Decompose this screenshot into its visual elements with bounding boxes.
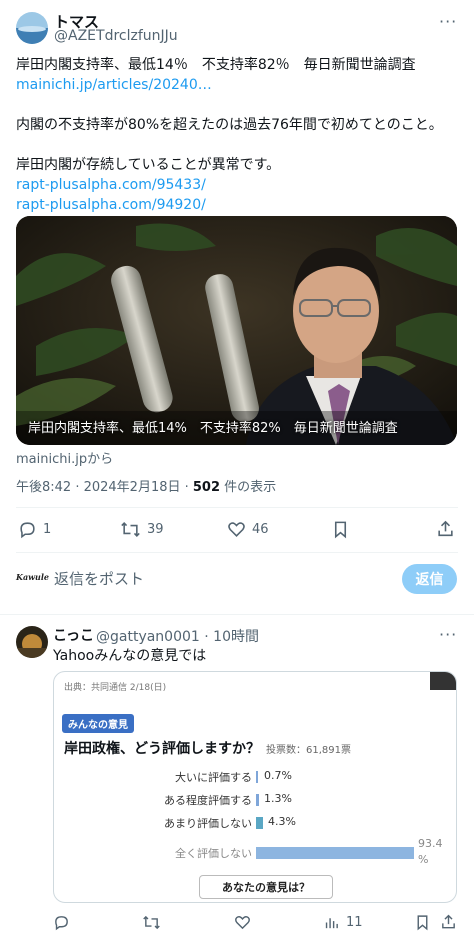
poll-image[interactable]: 出典：共同通信 2/18(日) みんなの意見 岸田政権、どう評価しますか？ 投票数… [53, 671, 457, 903]
your-opinion-button[interactable]: あなたの意見は？ [199, 875, 333, 899]
heart-icon [235, 916, 250, 930]
poll-option-percent: 1.3% [264, 792, 292, 805]
more-horizontal-icon[interactable]: ··· [439, 625, 457, 644]
composer-avatar: Kawule [16, 572, 49, 582]
avatar[interactable] [16, 626, 48, 658]
thread-separator [0, 614, 474, 615]
views-action[interactable]: 11 [323, 914, 363, 931]
view-label: 件の表示 [220, 480, 277, 495]
share-action[interactable] [440, 913, 457, 931]
poll-question: 岸田政権、どう評価しますか？ 投票数：61,891票 [64, 738, 351, 758]
poll-option-bar [256, 771, 258, 783]
avatar[interactable] [16, 12, 48, 44]
poll-option-label: ある程度評価する [164, 794, 252, 807]
poll-option: 全く評価しない 93.4 % [54, 837, 456, 866]
repost-icon [143, 915, 160, 930]
repost-count: 39 [147, 522, 164, 537]
card-source: 出典：共同通信 2/18(日) [64, 683, 167, 693]
poll-option-label: あまり評価しない [164, 817, 252, 830]
poll-option-percent: 93.4 [418, 837, 443, 850]
poll-option-percent: 0.7% [264, 769, 292, 782]
bookmark-action[interactable] [415, 914, 430, 931]
more-horizontal-icon[interactable]: ··· [439, 12, 457, 31]
poll-option-bar [256, 794, 259, 806]
reply-composer: Kawule 返信をポスト 返信 [0, 556, 474, 600]
poll-option-percent: 4.3% [268, 815, 296, 828]
reply-input[interactable]: 返信をポスト [54, 568, 144, 589]
display-name[interactable]: こっこ [53, 625, 94, 645]
reply-action[interactable]: 1 [18, 520, 51, 539]
heart-icon [228, 522, 245, 537]
poll-option-label: 大いに評価する [175, 771, 252, 784]
news-photo [16, 216, 457, 445]
post-link-rapt-1[interactable]: rapt-plusalpha.com/95433/ [16, 175, 206, 195]
repost-icon [121, 522, 140, 537]
link-card-image[interactable]: 岸田内閣支持率、最低14% 不支持率82% 毎日新聞世論調査 [16, 216, 457, 445]
card-thumbnail [430, 672, 456, 690]
repost-action[interactable] [142, 914, 161, 931]
card-badge: みんなの意見 [62, 714, 134, 733]
bookmark-icon [334, 521, 347, 539]
view-count: 502 [192, 480, 221, 495]
post-text-line-1: 岸田内閣支持率、最低14％ 不支持率82％ 毎日新聞世論調査 [16, 57, 416, 73]
poll-option-bar [256, 847, 414, 859]
media-caption: 岸田内閣支持率、最低14% 不支持率82% 毎日新聞世論調査 [28, 421, 398, 436]
poll-option-bar [256, 817, 263, 829]
like-action[interactable] [234, 914, 251, 931]
like-action[interactable]: 46 [227, 520, 269, 539]
poll-option: ある程度評価する 1.3% [54, 792, 456, 808]
poll-option-label: 全く評価しない [175, 847, 252, 860]
poll-option-percent-suffix: % [418, 853, 429, 866]
divider [16, 507, 458, 508]
repost-action[interactable]: 39 [120, 520, 164, 539]
analytics-icon [325, 918, 338, 929]
post-text-line-2: 内閣の不支持率が80%を超えたのは過去76年間で初めてとのこと。 [16, 117, 443, 133]
view-count: 11 [346, 915, 363, 930]
poll-option: 大いに評価する 0.7% [54, 769, 456, 785]
share-icon [438, 520, 453, 537]
share-action[interactable] [436, 519, 455, 539]
share-icon [442, 914, 455, 929]
reply-icon [20, 522, 35, 539]
vote-count: 投票数：61,891票 [266, 745, 351, 756]
post-time[interactable]: 午後8:42 · 2024年2月18日 · [16, 480, 193, 495]
reply-text: Yahooみんなの意見では [53, 648, 207, 664]
bookmark-action[interactable] [332, 520, 349, 539]
user-handle[interactable]: @gattyan0001 · 10時間 [96, 626, 259, 646]
user-handle[interactable]: @AZETdrclzfunJJu [54, 28, 178, 44]
like-count: 46 [252, 522, 269, 537]
link-source[interactable]: mainichi.jpから [16, 448, 113, 467]
poll-question-text: 岸田政権、どう評価しますか？ [64, 741, 260, 757]
reply-action[interactable] [53, 914, 70, 931]
reply-icon [55, 916, 68, 931]
divider [16, 552, 458, 553]
post-text-line-3: 岸田内閣が存続していることが異常です。 [16, 157, 281, 173]
reply-count: 1 [43, 522, 52, 537]
post-link-mainichi[interactable]: mainichi.jp/articles/20240… [16, 75, 212, 95]
poll-option: あまり評価しない 4.3% [54, 815, 456, 831]
bookmark-icon [417, 915, 428, 931]
reply-button[interactable]: 返信 [402, 564, 457, 594]
post-timestamp: 午後8:42 · 2024年2月18日 · 502 件の表示 [16, 476, 276, 495]
post-link-rapt-2[interactable]: rapt-plusalpha.com/94920/ [16, 195, 206, 215]
